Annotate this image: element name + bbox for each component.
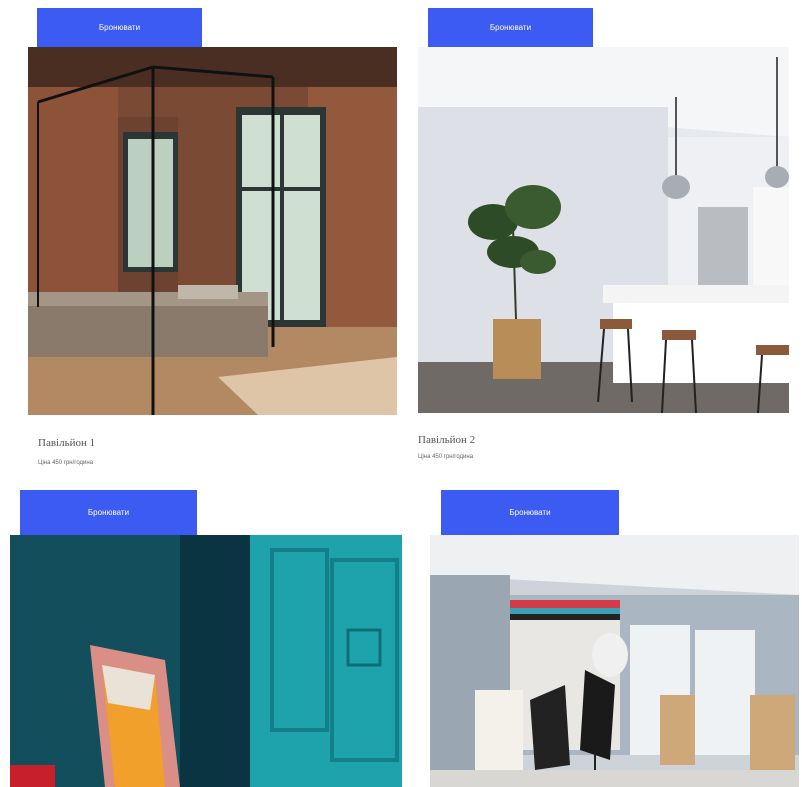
studio-photo-3[interactable] bbox=[10, 535, 402, 787]
book-button-3[interactable]: Бронювати bbox=[20, 490, 197, 535]
studio-title-2: Павільйон 2 bbox=[418, 434, 476, 446]
teal-room-photo bbox=[10, 535, 402, 787]
studio-title-1: Павільйон 1 bbox=[38, 437, 96, 449]
studio-price-2: Ціна 450 грн/година bbox=[418, 454, 474, 460]
book-button-1[interactable]: Бронювати bbox=[37, 8, 202, 47]
loft-bedroom-photo bbox=[28, 47, 397, 415]
studio-photo-2[interactable] bbox=[418, 47, 789, 413]
studio-photo-1[interactable] bbox=[28, 47, 397, 415]
photo-studio-photo bbox=[430, 535, 799, 787]
book-button-2[interactable]: Бронювати bbox=[428, 8, 593, 47]
studio-photo-4[interactable] bbox=[430, 535, 799, 787]
studio-price-1: Ціна 450 грн/година bbox=[38, 460, 94, 466]
white-kitchen-photo bbox=[418, 47, 789, 413]
book-button-4[interactable]: Бронювати bbox=[441, 490, 619, 535]
